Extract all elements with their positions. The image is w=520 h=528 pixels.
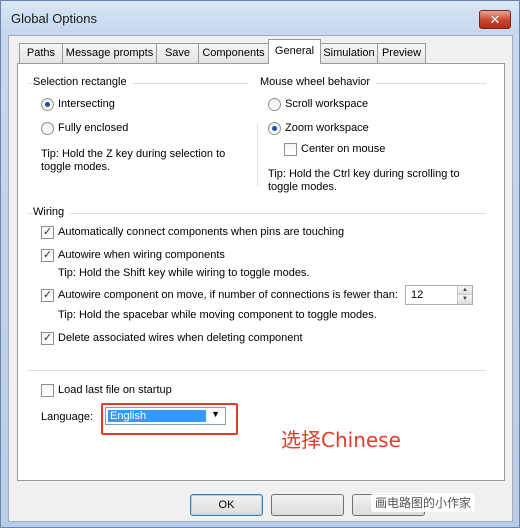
tab-components[interactable]: Components: [198, 43, 269, 63]
autowire-tip: Tip: Hold the Shift key while wiring to …: [58, 267, 310, 279]
radio-scroll-workspace-label: Scroll workspace: [285, 98, 369, 110]
tab-save[interactable]: Save: [156, 43, 199, 63]
stepper-up-icon[interactable]: ▲: [458, 286, 472, 295]
selection-tip-line2: toggle modes.: [41, 161, 111, 173]
tab-simulation[interactable]: Simulation: [320, 43, 378, 63]
check-icon: ✓: [42, 289, 53, 301]
radio-fully-enclosed-label: Fully enclosed: [58, 122, 129, 134]
check-icon: ✓: [42, 332, 53, 344]
radio-scroll-workspace[interactable]: [268, 98, 281, 111]
connections-count-value: 12: [411, 289, 424, 301]
mouse-wheel-title: Mouse wheel behavior: [260, 76, 377, 88]
radio-selected-dot: [272, 126, 277, 131]
mouse-tip-line1: Tip: Hold the Ctrl key during scrolling …: [268, 168, 460, 180]
radio-zoom-workspace-label: Zoom workspace: [285, 122, 369, 134]
dialog-button-obscured[interactable]: [271, 494, 344, 516]
language-label: Language:: [41, 411, 93, 423]
close-button[interactable]: ✕: [479, 10, 511, 29]
checkbox-center-on-mouse[interactable]: [284, 143, 297, 156]
tab-paths[interactable]: Paths: [19, 43, 63, 63]
radio-fully-enclosed[interactable]: [41, 122, 54, 135]
autowire-on-move-label: Autowire component on move, if number of…: [58, 289, 398, 301]
group-divider: [257, 124, 258, 186]
mouse-tip-line2: toggle modes.: [268, 181, 338, 193]
group-divider: [28, 213, 486, 214]
tab-general[interactable]: General: [268, 39, 321, 64]
checkbox-load-last-file[interactable]: [41, 384, 54, 397]
checkbox-auto-connect[interactable]: ✓: [41, 226, 54, 239]
annotation-text: 选择Chinese: [281, 428, 401, 452]
annotation-highlight-box: [101, 403, 238, 435]
general-tab-panel: Selection rectangle Intersecting Fully e…: [17, 63, 505, 481]
close-icon: ✕: [489, 12, 501, 27]
radio-selected-dot: [45, 102, 50, 107]
autowire-on-move-tip: Tip: Hold the spacebar while moving comp…: [58, 309, 377, 321]
stepper-buttons: ▲ ▼: [457, 286, 472, 304]
center-on-mouse-label: Center on mouse: [301, 143, 386, 155]
selection-rectangle-title: Selection rectangle: [33, 76, 133, 88]
radio-zoom-workspace[interactable]: [268, 122, 281, 135]
tab-preview[interactable]: Preview: [377, 43, 426, 63]
radio-intersecting[interactable]: [41, 98, 54, 111]
checkbox-delete-wires[interactable]: ✓: [41, 332, 54, 345]
autowire-label: Autowire when wiring components: [58, 249, 225, 261]
watermark-text: 画电路图的小作家: [371, 493, 476, 512]
ok-button[interactable]: OK: [190, 494, 263, 516]
selection-tip-line1: Tip: Hold the Z key during selection to: [41, 148, 226, 160]
load-last-file-label: Load last file on startup: [58, 384, 172, 396]
radio-intersecting-label: Intersecting: [58, 98, 115, 110]
tab-message-prompts[interactable]: Message prompts: [62, 43, 157, 63]
check-icon: ✓: [42, 226, 53, 238]
connections-count-stepper[interactable]: 12 ▲ ▼: [405, 285, 473, 305]
check-icon: ✓: [42, 249, 53, 261]
checkbox-autowire-on-move[interactable]: ✓: [41, 289, 54, 302]
wiring-title: Wiring: [33, 206, 71, 218]
window-title: Global Options: [11, 11, 97, 26]
checkbox-autowire[interactable]: ✓: [41, 249, 54, 262]
stepper-down-icon[interactable]: ▼: [458, 295, 472, 304]
title-bar: Global Options ✕: [1, 1, 519, 37]
global-options-window: Global Options ✕ Paths Message prompts S…: [0, 0, 520, 528]
delete-wires-label: Delete associated wires when deleting co…: [58, 332, 303, 344]
auto-connect-label: Automatically connect components when pi…: [58, 226, 345, 238]
dialog-client: Paths Message prompts Save Components Ge…: [8, 35, 513, 522]
group-divider: [28, 370, 486, 371]
